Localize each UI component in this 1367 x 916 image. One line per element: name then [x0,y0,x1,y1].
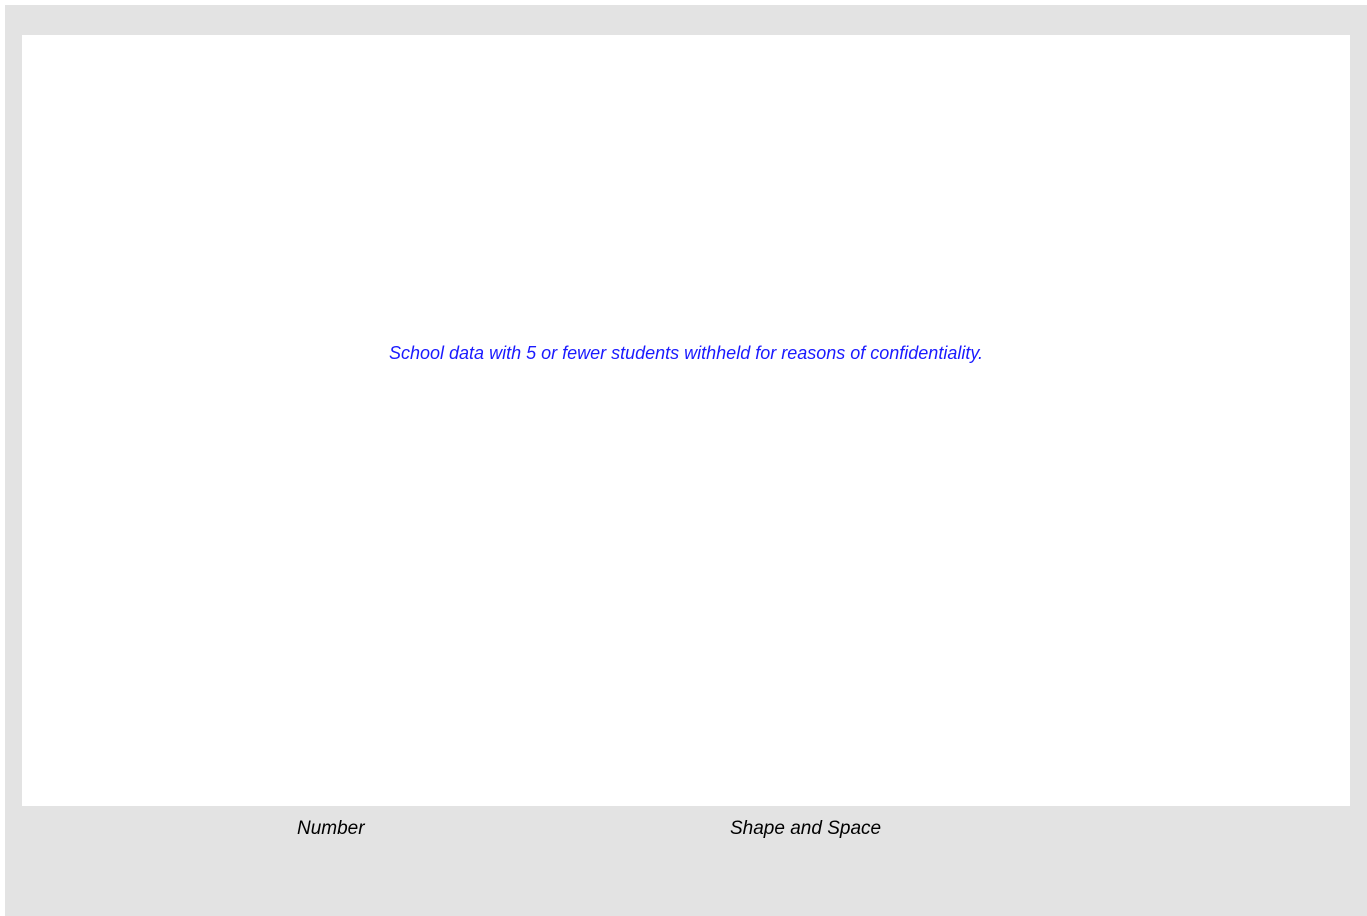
category-label-number: Number [297,818,365,839]
chart-container: School data with 5 or fewer students wit… [5,5,1367,916]
plot-area: School data with 5 or fewer students wit… [22,35,1350,806]
category-label-shape-and-space: Shape and Space [730,818,882,839]
confidentiality-notice: School data with 5 or fewer students wit… [389,343,983,363]
